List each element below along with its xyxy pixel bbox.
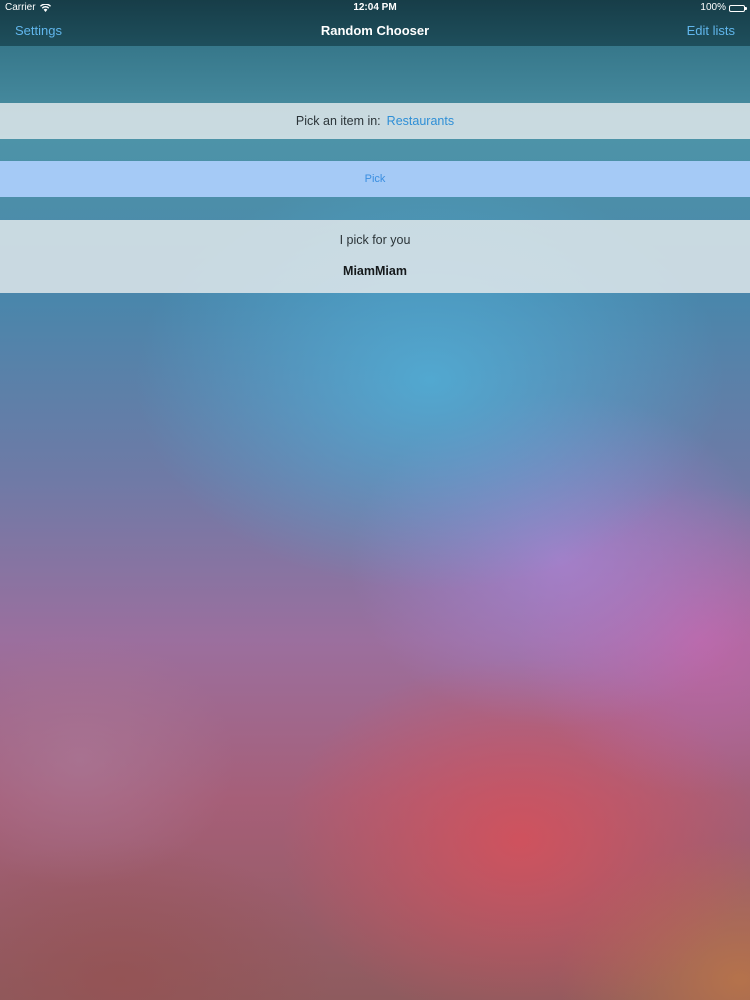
battery-percent: 100% xyxy=(700,2,726,13)
navigation-bar: Settings Random Chooser Edit lists xyxy=(0,16,750,46)
list-selector-label: Pick an item in: xyxy=(295,114,381,128)
pick-button[interactable]: Pick xyxy=(0,161,750,197)
result-value: MiamMiam xyxy=(343,264,407,278)
top-bar: Carrier 12:04 PM 100% Settings Random Ch… xyxy=(0,0,750,46)
result-panel: I pick for you MiamMiam xyxy=(0,220,750,293)
app-screen: Carrier 12:04 PM 100% Settings Random Ch… xyxy=(0,0,750,1000)
page-title: Random Chooser xyxy=(320,23,430,38)
result-label: I pick for you xyxy=(339,233,411,247)
edit-lists-button[interactable]: Edit lists xyxy=(687,16,735,46)
list-selector-button[interactable]: Restaurants xyxy=(387,114,454,128)
status-bar: Carrier 12:04 PM 100% xyxy=(0,0,750,16)
list-selector-row: Pick an item in: Restaurants xyxy=(0,103,750,139)
status-time: 12:04 PM xyxy=(353,2,397,13)
status-right: 100% xyxy=(700,0,747,16)
battery-icon xyxy=(729,4,747,12)
